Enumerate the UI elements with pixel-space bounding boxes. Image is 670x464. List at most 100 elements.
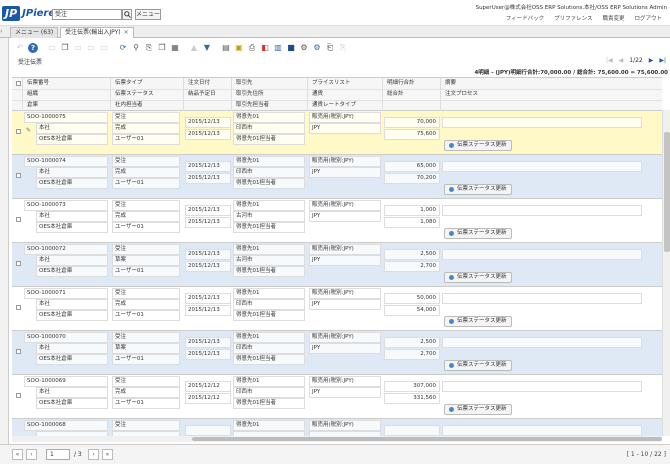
table-row[interactable]: SOO-1000075 本社 OES本社倉庫 受注 完成 ユーザー01 2015/12/13…: [12, 111, 662, 155]
archive-icon[interactable]: ▣: [234, 43, 244, 53]
grand-total-cell[interactable]: 331,560: [384, 393, 440, 404]
export-icon[interactable]: ⎗: [325, 43, 335, 53]
price-list-cell[interactable]: 販売用(税別:JPY): [309, 200, 381, 211]
doc-type-cell[interactable]: 受注: [112, 288, 180, 299]
find-icon[interactable]: ⚲: [131, 43, 141, 53]
currency-cell[interactable]: JPY: [309, 123, 381, 134]
refresh-icon[interactable]: ⟳: [118, 43, 128, 53]
business-partner-cell[interactable]: 得意先01: [233, 200, 305, 211]
edit-row-icon[interactable]: ✎: [26, 128, 32, 134]
lines-total-cell[interactable]: 70,000: [384, 117, 440, 128]
partner-location-cell[interactable]: 印西市: [233, 123, 305, 134]
horizontal-scroll-thumb[interactable]: [192, 437, 662, 441]
doc-status-cell[interactable]: 草案: [112, 343, 180, 354]
lines-total-cell[interactable]: [384, 425, 440, 436]
order-date-cell[interactable]: 2015/12/13: [185, 161, 231, 172]
row-select-checkbox[interactable]: [16, 305, 21, 310]
chat-icon[interactable]: ❐: [157, 43, 167, 53]
search-button[interactable]: [122, 9, 132, 20]
order-date-cell[interactable]: [185, 425, 231, 436]
update-doc-status-button[interactable]: 伝票ステータス更新: [444, 272, 512, 283]
doc-type-cell[interactable]: 受注: [112, 332, 180, 343]
delete-record-icon[interactable]: ▭: [73, 43, 83, 53]
doc-status-cell[interactable]: 完成: [112, 299, 180, 310]
request-icon[interactable]: ■: [286, 43, 296, 53]
column-header[interactable]: 取引先担当者: [233, 100, 308, 111]
column-header[interactable]: 注文プロセス: [442, 89, 642, 100]
column-header[interactable]: [384, 100, 441, 111]
customize-icon[interactable]: ⎘: [338, 43, 348, 53]
grand-total-cell[interactable]: 2,700: [384, 261, 440, 272]
close-tab-icon[interactable]: ✕: [124, 29, 129, 36]
column-header[interactable]: 組織: [24, 89, 110, 100]
last-page-icon[interactable]: ▶|: [659, 57, 666, 64]
business-partner-cell[interactable]: 得意先01: [233, 112, 305, 123]
grand-total-cell[interactable]: 1,080: [384, 217, 440, 228]
pager-first-button[interactable]: «: [12, 449, 23, 460]
table-row[interactable]: SOO-1000069 本社 OES本社倉庫 受注 完成 ユーザー01 2015/12/12…: [12, 375, 662, 419]
description-cell[interactable]: [442, 425, 642, 436]
update-doc-status-button[interactable]: 伝票ステータス更新: [444, 360, 512, 371]
promised-date-cell[interactable]: 2015/12/13: [185, 217, 231, 228]
doc-status-cell[interactable]: 草案: [112, 255, 180, 266]
promised-date-cell[interactable]: 2015/12/12: [185, 393, 231, 404]
warehouse-cell[interactable]: OES本社倉庫: [36, 266, 108, 277]
document-no-cell[interactable]: SOO-1000068: [24, 420, 108, 431]
doc-status-cell[interactable]: 完成: [112, 123, 180, 134]
lines-total-cell[interactable]: 2,500: [384, 337, 440, 348]
first-record-icon[interactable]: ▲: [189, 43, 199, 53]
price-list-cell[interactable]: 販売用(税別:JPY): [309, 420, 381, 431]
update-doc-status-button[interactable]: 伝票ステータス更新: [444, 228, 512, 239]
select-all-checkbox[interactable]: [16, 81, 21, 86]
partner-contact-cell[interactable]: 得意先01担当者: [233, 222, 305, 233]
order-date-cell[interactable]: 2015/12/13: [185, 117, 231, 128]
table-row[interactable]: SOO-1000073 本社 OES本社倉庫 受注 完成 ユーザー01 2015/12/13…: [12, 199, 662, 243]
partner-contact-cell[interactable]: 得意先01担当者: [233, 134, 305, 145]
partner-contact-cell[interactable]: 得意先01担当者: [233, 178, 305, 189]
feedback-link[interactable]: フィードバック: [506, 14, 544, 22]
change-role-link[interactable]: 職責変更: [602, 14, 624, 22]
column-header[interactable]: 伝票タイプ: [112, 78, 184, 89]
price-list-cell[interactable]: 販売用(税別:JPY): [309, 376, 381, 387]
document-no-cell[interactable]: SOO-1000073: [24, 200, 108, 211]
row-select-checkbox[interactable]: [16, 349, 21, 354]
price-list-cell[interactable]: 販売用(税別:JPY): [309, 244, 381, 255]
promised-date-cell[interactable]: 2015/12/13: [185, 261, 231, 272]
menu-button[interactable]: メニュー: [135, 9, 161, 20]
doc-status-cell[interactable]: 完成: [112, 211, 180, 222]
order-date-cell[interactable]: 2015/12/13: [185, 293, 231, 304]
promised-date-cell[interactable]: 2015/12/13: [185, 173, 231, 184]
organization-cell[interactable]: 本社: [36, 211, 108, 222]
column-header[interactable]: 社内担当者: [112, 100, 184, 111]
order-date-cell[interactable]: 2015/12/12: [185, 381, 231, 392]
partner-location-cell[interactable]: 古河市: [233, 211, 305, 222]
update-doc-status-button[interactable]: 伝票ステータス更新: [444, 316, 512, 327]
document-no-cell[interactable]: SOO-1000075: [24, 112, 108, 123]
description-cell[interactable]: [442, 337, 642, 348]
column-header[interactable]: 取引先: [233, 78, 308, 89]
next-record-icon[interactable]: ▼: [202, 43, 212, 53]
product-info-icon[interactable]: ⚙: [299, 43, 309, 53]
partner-contact-cell[interactable]: 得意先01担当者: [233, 398, 305, 409]
sales-rep-cell[interactable]: ユーザー01: [112, 178, 180, 189]
warehouse-cell[interactable]: OES本社倉庫: [36, 222, 108, 233]
lines-total-cell[interactable]: 307,000: [384, 381, 440, 392]
currency-cell[interactable]: JPY: [309, 299, 381, 310]
description-cell[interactable]: [442, 205, 642, 216]
save-new-icon[interactable]: ▭: [99, 43, 109, 53]
column-header[interactable]: 倉庫: [24, 100, 110, 111]
tab-sales-order[interactable]: 受注伝票(輸出入JPY) ✕: [60, 27, 134, 38]
expand-sidebar-icon[interactable]: ›: [0, 28, 6, 38]
vertical-scroll-thumb[interactable]: [664, 132, 670, 252]
document-no-cell[interactable]: SOO-1000074: [24, 156, 108, 167]
next-page-icon[interactable]: ▶: [649, 57, 654, 64]
attachment-icon[interactable]: ⎘: [144, 43, 154, 53]
doc-type-cell[interactable]: 受注: [112, 156, 180, 167]
column-header[interactable]: 総合計: [384, 89, 441, 100]
table-row[interactable]: SOO-1000074 本社 OES本社倉庫 受注 完成 ユーザー01 2015/12/13…: [12, 155, 662, 199]
undo-icon[interactable]: ↶: [15, 43, 25, 53]
warehouse-cell[interactable]: OES本社倉庫: [36, 398, 108, 409]
business-partner-cell[interactable]: 得意先01: [233, 244, 305, 255]
report-icon[interactable]: ▤: [221, 43, 231, 53]
document-no-cell[interactable]: SOO-1000070: [24, 332, 108, 343]
